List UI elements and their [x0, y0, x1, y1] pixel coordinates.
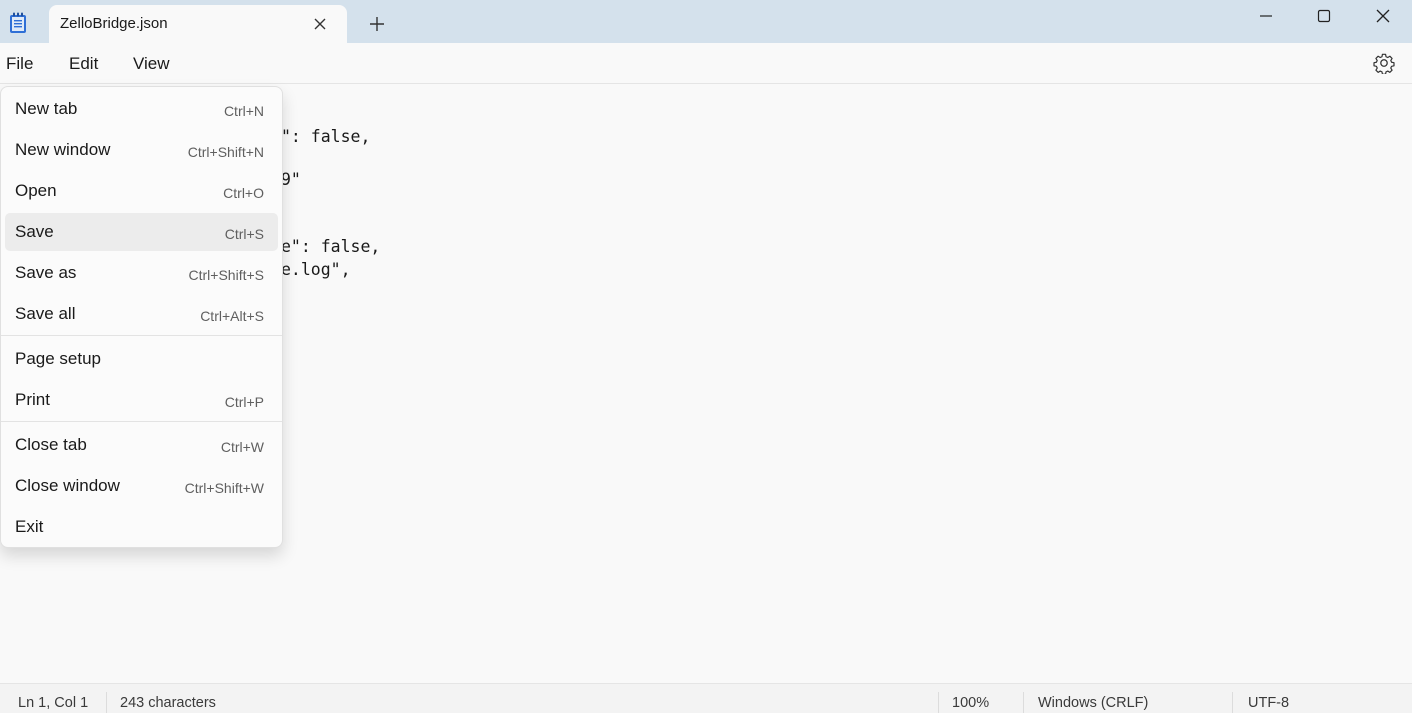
menu-item-label: Save: [15, 222, 54, 241]
plus-icon[interactable]: [368, 15, 386, 33]
menu-edit[interactable]: Edit: [69, 54, 98, 74]
status-divider: [106, 692, 107, 713]
encoding[interactable]: UTF-8: [1248, 695, 1289, 711]
menu-item-label: Open: [15, 181, 57, 200]
menu-item-save-as[interactable]: Save as Ctrl+Shift+S: [5, 254, 278, 292]
status-divider: [938, 692, 939, 713]
menu-item-new-window[interactable]: New window Ctrl+Shift+N: [5, 131, 278, 169]
status-bar: Ln 1, Col 1 243 characters 100% Windows …: [0, 683, 1412, 713]
maximize-icon: [1317, 9, 1331, 23]
tab-title: ZelloBridge.json: [60, 15, 168, 32]
status-divider: [1023, 692, 1024, 713]
code-line: e.log",: [281, 260, 351, 279]
close-window-button[interactable]: [1354, 0, 1412, 32]
menu-divider: [1, 335, 282, 336]
menu-divider: [1, 421, 282, 422]
menu-item-page-setup[interactable]: Page setup: [5, 340, 278, 378]
status-divider: [1232, 692, 1233, 713]
menu-view[interactable]: View: [133, 54, 170, 74]
cursor-position: Ln 1, Col 1: [18, 695, 89, 711]
menu-item-label: Close tab: [15, 435, 87, 454]
title-bar: ZelloBridge.json: [0, 0, 1412, 43]
menu-item-new-tab[interactable]: New tab Ctrl+N: [5, 90, 278, 128]
menu-item-label: Save as: [15, 263, 77, 282]
code-line: 9": [281, 170, 301, 189]
menu-item-label: Page setup: [15, 349, 102, 368]
menu-item-save-all[interactable]: Save all Ctrl+Alt+S: [5, 295, 278, 333]
menu-item-shortcut: Ctrl+W: [220, 439, 264, 455]
menu-item-shortcut: Ctrl+O: [223, 185, 264, 201]
menu-item-label: Save all: [15, 304, 76, 323]
menu-item-shortcut: Ctrl+S: [224, 226, 264, 242]
menu-item-shortcut: Ctrl+N: [223, 103, 264, 119]
notepad-icon: [10, 12, 26, 33]
close-icon[interactable]: [312, 16, 328, 32]
menu-item-save[interactable]: Save Ctrl+S: [5, 213, 278, 251]
menu-file[interactable]: File: [6, 54, 33, 74]
menu-item-shortcut: Ctrl+Shift+W: [184, 480, 264, 496]
menu-item-label: Exit: [15, 517, 44, 536]
character-count: 243 characters: [120, 695, 216, 711]
gear-icon[interactable]: [1373, 52, 1395, 74]
menu-item-label: New window: [15, 140, 111, 159]
menu-item-open[interactable]: Open Ctrl+O: [5, 172, 278, 210]
menu-item-label: New tab: [15, 99, 78, 118]
menu-item-shortcut: Ctrl+Alt+S: [200, 308, 264, 324]
menu-item-label: Close window: [15, 476, 120, 495]
zoom-level[interactable]: 100%: [952, 695, 989, 711]
menu-item-shortcut: Ctrl+Shift+S: [188, 267, 264, 283]
menu-item-close-tab[interactable]: Close tab Ctrl+W: [5, 426, 278, 464]
code-line: ": false,: [281, 127, 371, 146]
menu-item-close-window[interactable]: Close window Ctrl+Shift+W: [5, 467, 278, 505]
file-menu-dropdown: New tab Ctrl+N New window Ctrl+Shift+N O…: [0, 86, 283, 548]
code-line: e": false,: [281, 237, 381, 256]
tab-zellobridge[interactable]: ZelloBridge.json: [49, 5, 347, 43]
maximize-button[interactable]: [1295, 0, 1353, 32]
menu-bar: File Edit View: [0, 43, 1412, 84]
menu-item-label: Print: [15, 390, 50, 409]
menu-item-print[interactable]: Print Ctrl+P: [5, 381, 278, 419]
menu-item-shortcut: Ctrl+P: [224, 394, 264, 410]
minimize-icon: [1260, 15, 1272, 17]
minimize-button[interactable]: [1237, 0, 1295, 32]
close-icon: [1376, 9, 1390, 23]
line-ending[interactable]: Windows (CRLF): [1038, 695, 1148, 711]
menu-item-shortcut: Ctrl+Shift+N: [187, 144, 264, 160]
menu-item-exit[interactable]: Exit: [5, 508, 278, 546]
